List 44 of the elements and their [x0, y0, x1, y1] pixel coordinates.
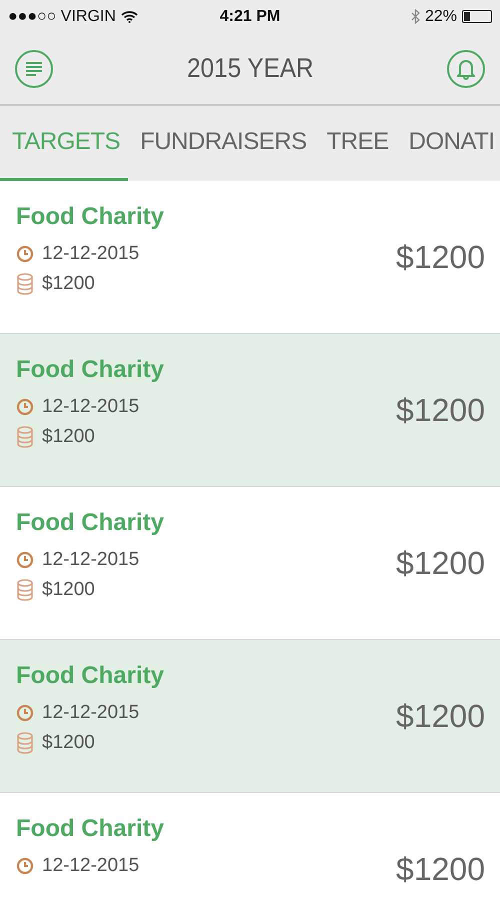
coins-icon — [16, 426, 34, 448]
date-text: 12-12-2015 — [42, 396, 140, 418]
list-row[interactable]: Food Charity 12-12-2015 $1200 $1200 — [0, 640, 500, 793]
battery-percent: 22% — [424, 8, 457, 26]
charity-name: Food Charity — [16, 662, 164, 690]
charity-name: Food Charity — [16, 203, 164, 231]
notification-button[interactable] — [446, 50, 485, 88]
coins-icon — [16, 732, 34, 754]
raised-amount: $1200 — [42, 732, 95, 754]
coins-icon — [16, 273, 34, 295]
menu-icon — [25, 60, 43, 76]
page-title: 2015 YEAR — [186, 53, 314, 84]
charity-name: Food Charity — [16, 509, 164, 537]
date-text: 12-12-2015 — [42, 855, 140, 877]
clock-text: 4:21 PM — [220, 8, 280, 26]
target-amount: $1200 — [396, 698, 485, 734]
clock-icon — [16, 857, 34, 875]
clock-icon — [16, 245, 34, 263]
tab[interactable]: TREE — [314, 106, 397, 181]
carrier-text: ●●●○○ VIRGIN — [8, 8, 116, 26]
target-amount: $1200 — [396, 850, 485, 888]
date-text: 12-12-2015 — [42, 702, 140, 724]
date-text: 12-12-2015 — [42, 243, 140, 265]
raised-amount: $1200 — [42, 426, 95, 448]
target-amount: $1200 — [396, 544, 485, 582]
raised-amount: $1200 — [42, 273, 95, 295]
raised-amount: $1200 — [42, 579, 95, 601]
clock-icon — [16, 551, 34, 569]
tab[interactable]: DONATI — [396, 106, 500, 181]
list-row[interactable]: Food Charity 12-12-2015 $1200 $1200 — [0, 334, 500, 487]
battery-icon — [462, 10, 492, 23]
bluetooth-icon — [410, 9, 420, 24]
tab[interactable]: FUNDRAISERS — [128, 106, 315, 181]
menu-button[interactable] — [15, 50, 53, 88]
date-text: 12-12-2015 — [42, 549, 140, 571]
coins-icon — [16, 579, 34, 601]
target-amount: $1200 — [396, 238, 485, 276]
bell-icon — [456, 58, 475, 80]
charity-name: Food Charity — [16, 815, 164, 843]
clock-icon — [16, 704, 34, 722]
clock-icon — [16, 398, 34, 416]
target-amount: $1200 — [396, 392, 485, 428]
charity-name: Food Charity — [16, 356, 164, 384]
wifi-icon — [120, 10, 138, 23]
